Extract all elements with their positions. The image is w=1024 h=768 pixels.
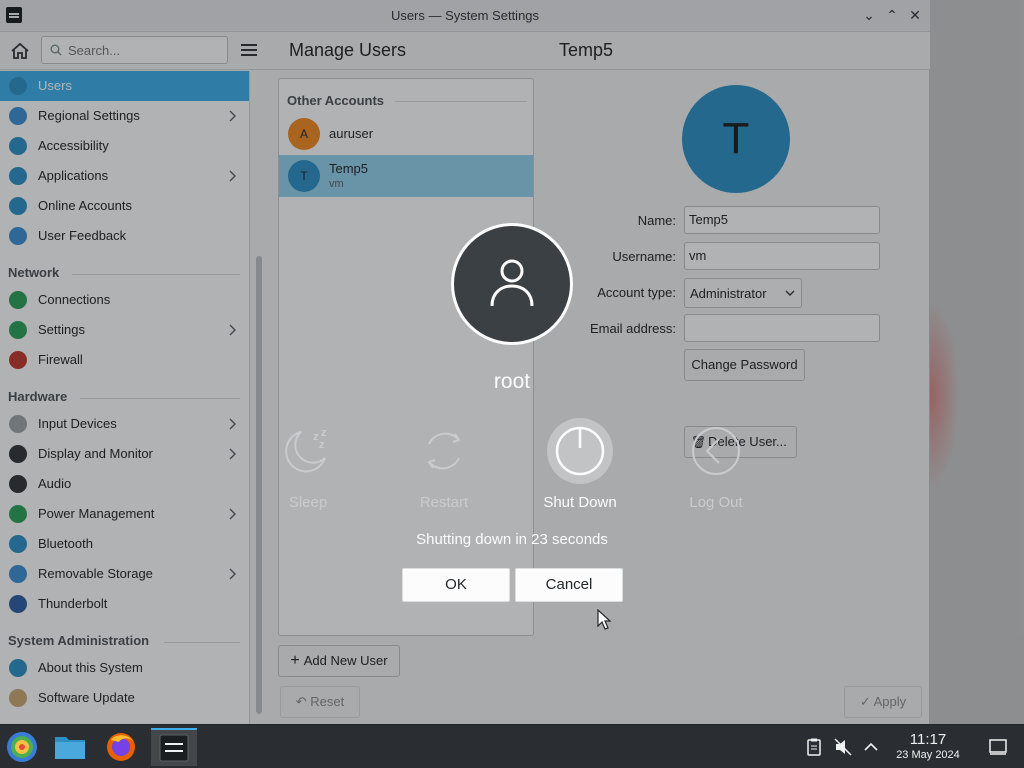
clock-time[interactable]: 11:17	[888, 731, 968, 748]
folder-icon	[55, 737, 85, 759]
logout-icon	[692, 427, 740, 475]
firefox-button[interactable]	[101, 728, 141, 766]
clipboard-icon[interactable]	[804, 737, 824, 757]
file-manager-button[interactable]	[50, 728, 90, 766]
shut-down-label: Shut Down	[543, 494, 617, 511]
log-out-label: Log Out	[689, 494, 743, 511]
show-desktop-icon[interactable]	[988, 737, 1008, 757]
restart-action[interactable]: Restart	[389, 418, 499, 511]
firefox-icon	[107, 733, 135, 761]
cancel-button[interactable]: Cancel	[515, 568, 623, 602]
volume-muted-icon[interactable]	[833, 737, 853, 757]
mouse-cursor-icon	[597, 609, 612, 630]
logout-user-name: root	[493, 370, 531, 393]
restart-label: Restart	[419, 494, 469, 511]
user-icon	[490, 259, 534, 307]
application-launcher-button[interactable]	[2, 728, 42, 766]
app-launcher-icon	[7, 732, 37, 762]
sleep-icon: z z z	[285, 427, 327, 473]
svg-text:z: z	[319, 439, 325, 451]
logout-overlay	[0, 0, 1024, 724]
sleep-action[interactable]: z z z Sleep	[253, 418, 363, 511]
user-avatar-circle	[451, 223, 573, 345]
system-settings-task-button[interactable]	[151, 728, 197, 766]
restart-icon	[427, 432, 461, 470]
shut-down-action[interactable]: Shut Down	[525, 418, 635, 511]
taskbar: 11:17 23 May 2024	[0, 724, 1024, 768]
log-out-action[interactable]: Log Out	[661, 418, 771, 511]
shutdown-countdown: Shutting down in 23 seconds	[416, 531, 608, 548]
sleep-label: Sleep	[288, 494, 328, 511]
shutdown-icon	[555, 426, 605, 476]
chevron-up-icon[interactable]	[861, 737, 881, 757]
svg-text:z: z	[321, 427, 327, 439]
ok-button[interactable]: OK	[402, 568, 510, 602]
settings-app-icon	[159, 734, 189, 762]
clock-date[interactable]: 23 May 2024	[888, 749, 968, 761]
